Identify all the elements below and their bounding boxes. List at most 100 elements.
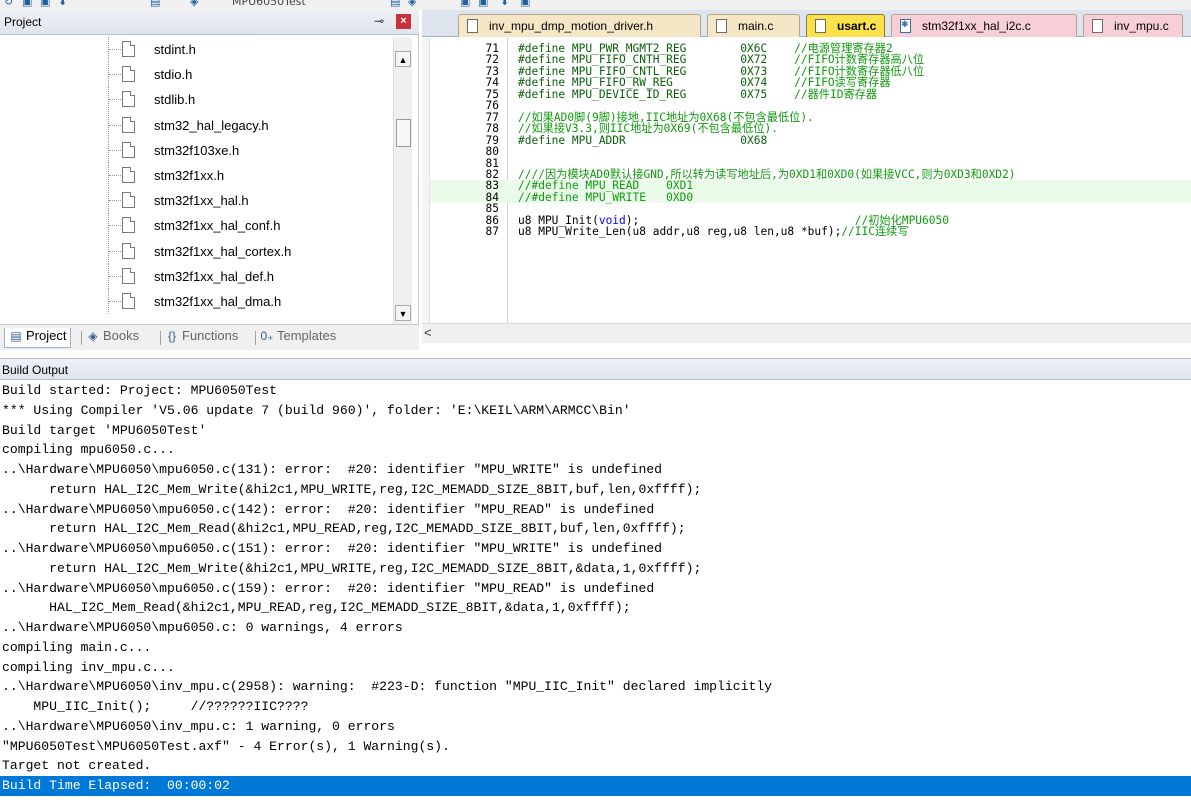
build-output-line[interactable]: ..\Hardware\MPU6050\mpu6050.c: 0 warning… <box>2 618 1191 638</box>
tree-file-item[interactable]: stm32f1xx_hal_cortex.h <box>0 238 393 264</box>
toolbar-button-icon[interactable]: ↻ <box>4 0 16 8</box>
tree-file-label: stdlib.h <box>154 92 196 108</box>
line-number: 87 <box>485 225 499 239</box>
tree-file-label: stdio.h <box>154 67 193 83</box>
file-icon <box>122 66 135 83</box>
line-number: 80 <box>485 145 499 159</box>
toolbar-button-icon[interactable]: ▣ <box>40 0 52 8</box>
build-output-line[interactable]: return HAL_I2C_Mem_Read(&hi2c1,MPU_READ,… <box>2 519 1191 539</box>
toolbar-button-icon[interactable]: ▣ <box>22 0 34 8</box>
toolbar-button-icon[interactable]: ▣ <box>520 0 532 8</box>
tree-file-item[interactable]: stm32f1xx_hal.h <box>0 188 393 214</box>
tab-templates[interactable]: 0₊ Templates <box>260 328 336 348</box>
editor-tab-usart-c[interactable]: usart.c <box>806 14 885 37</box>
toolbar-button-icon[interactable]: ▣ <box>460 0 472 8</box>
build-output-line[interactable]: Target not created. <box>2 756 1191 776</box>
line-number: 78 <box>485 122 499 136</box>
tree-file-item[interactable]: stm32_hal_legacy.h <box>0 112 393 138</box>
document-icon <box>815 19 826 33</box>
editor-horizontal-scrollbar[interactable]: < <box>422 323 1191 343</box>
toolbar-button-icon[interactable]: ▣ <box>478 0 490 8</box>
code-line[interactable]: 79 #define MPU_ADDR 0X68 <box>430 133 1191 147</box>
toolbar-button-icon[interactable]: ▤ <box>390 0 402 8</box>
toolbar-button-icon[interactable]: ⬇ <box>500 0 512 8</box>
build-output-line[interactable]: compiling main.c... <box>2 638 1191 658</box>
tree-file-item[interactable]: stm32f1xx_hal_conf.h <box>0 213 393 239</box>
toolbar-button-icon[interactable]: ◈ <box>190 0 202 8</box>
tab-functions[interactable]: {} Functions <box>165 328 238 348</box>
tab-label: Functions <box>182 328 239 343</box>
code-token: #define MPU_ADDR 0X68 <box>518 133 768 147</box>
editor-tab-label: inv_mpu.c <box>1114 19 1169 33</box>
toolbar-button-icon[interactable]: ◈ <box>408 0 420 8</box>
editor-tab-strip: inv_mpu_dmp_motion_driver.h main.c usart.c… <box>422 10 1191 37</box>
tree-guide-line <box>109 49 121 50</box>
scroll-left-icon[interactable]: < <box>424 325 432 340</box>
file-icon <box>122 116 135 133</box>
build-output-line[interactable]: ..\Hardware\MPU6050\mpu6050.c(151): erro… <box>2 539 1191 559</box>
editor-tab-main-c[interactable]: main.c <box>707 14 800 37</box>
project-panel-title: Project <box>4 15 42 29</box>
tree-file-label: stm32f1xx.h <box>154 168 225 183</box>
tree-file-item[interactable]: stdlib.h <box>0 87 393 113</box>
close-icon[interactable]: × <box>396 14 411 29</box>
tree-guide-line <box>109 250 121 252</box>
toolbar-button-icon[interactable]: ▤ <box>150 0 162 8</box>
scrollbar-thumb[interactable] <box>396 119 411 147</box>
tree-file-label: stm32f1xx_hal_conf.h <box>154 218 281 234</box>
file-icon <box>122 293 135 309</box>
pin-icon[interactable]: ⊸ <box>374 14 384 28</box>
build-output-line[interactable]: HAL_I2C_Mem_Read(&hi2c1,MPU_READ,reg,I2C… <box>2 598 1191 618</box>
code-line[interactable]: 87 u8 MPU_Write_Len(u8 addr,u8 reg,u8 len… <box>430 225 1191 239</box>
scroll-down-icon[interactable]: ▼ <box>395 305 411 321</box>
editor-tab-inv-mpu-dmp-motion-driver-h[interactable]: inv_mpu_dmp_motion_driver.h <box>458 14 701 37</box>
tab-separator <box>160 331 161 345</box>
breakpoint-gutter[interactable] <box>422 38 430 323</box>
tree-guide-line <box>109 275 121 277</box>
build-output-line[interactable]: ..\Hardware\MPU6050\mpu6050.c(142): erro… <box>2 500 1191 520</box>
build-output-line[interactable]: Build started: Project: MPU6050Test <box>2 381 1191 401</box>
tree-file-item[interactable]: stdint.h <box>0 37 393 62</box>
tree-file-item[interactable]: stm32f1xx_hal_dma.h <box>0 289 393 314</box>
build-output-line[interactable]: Build Time Elapsed: 00:00:02 <box>0 776 1191 796</box>
code-editor: inv_mpu_dmp_motion_driver.h main.c usart.c… <box>422 10 1191 350</box>
build-output-line[interactable]: "MPU6050Test\MPU6050Test.axf" - 4 Error(… <box>2 737 1191 757</box>
tree-file-label: stm32f103xe.h <box>154 142 240 158</box>
editor-tab-stm32f1xx-hal-i2c-c[interactable]: stm32f1xx_hal_i2c.c <box>891 14 1077 37</box>
tab-project[interactable]: ▤ Project <box>4 328 72 348</box>
toolbar-button-icon[interactable]: ⬇ <box>58 0 70 8</box>
build-output-line[interactable]: ..\Hardware\MPU6050\inv_mpu.c: 1 warning… <box>2 717 1191 737</box>
build-output-pane[interactable]: Build started: Project: MPU6050Test *** U… <box>0 381 1191 809</box>
editor-tab-inv-mpu-c[interactable]: inv_mpu.c <box>1083 14 1183 37</box>
scroll-up-icon[interactable]: ▲ <box>395 51 411 67</box>
tab-books[interactable]: ◈ Books <box>86 328 139 348</box>
build-output-line[interactable]: compiling inv_mpu.c... <box>2 658 1191 678</box>
code-line[interactable]: 75 #define MPU_DEVICE_ID_REG 0X75 //器件ID寄… <box>430 88 1191 100</box>
code-line[interactable]: 80 <box>430 145 1191 159</box>
build-output-line[interactable]: Build target 'MPU6050Test' <box>2 421 1191 441</box>
editor-tab-label: inv_mpu_dmp_motion_driver.h <box>489 19 654 33</box>
tree-file-label: stm32f1xx_hal_dma.h <box>154 294 282 309</box>
build-output-line[interactable]: return HAL_I2C_Mem_Write(&hi2c1,MPU_WRIT… <box>2 480 1191 500</box>
build-output-line[interactable]: *** Using Compiler 'V5.06 update 7 (buil… <box>2 401 1191 421</box>
build-output-title: Build Output <box>2 363 69 377</box>
tree-file-item[interactable]: stdio.h <box>0 62 393 88</box>
tab-separator <box>81 331 82 345</box>
code-area[interactable]: 71 #define MPU_PWR_MGMT2_REG 0X6C //电源管理寄… <box>422 38 1191 323</box>
tree-guide-line <box>109 301 121 302</box>
build-output-line[interactable]: ..\Hardware\MPU6050\inv_mpu.c(2958): war… <box>2 677 1191 697</box>
tree-file-item[interactable]: stm32f1xx_hal_def.h <box>0 263 393 289</box>
target-select[interactable]: MPU6050Test <box>232 0 306 8</box>
tree-file-item[interactable]: stm32f103xe.h <box>0 137 393 163</box>
tree-guide-line <box>109 175 121 176</box>
build-output-line[interactable]: compiling mpu6050.c... <box>2 440 1191 460</box>
build-output-line[interactable]: ..\Hardware\MPU6050\mpu6050.c(131): erro… <box>2 460 1191 480</box>
project-panel-tabs: ▤ Project ◈ Books {} Functions 0₊ Templates <box>0 324 419 350</box>
editor-tab-label: main.c <box>738 19 774 33</box>
build-output-line[interactable]: ..\Hardware\MPU6050\mpu6050.c(159): erro… <box>2 579 1191 599</box>
build-output-line[interactable]: return HAL_I2C_Mem_Write(&hi2c1,MPU_WRIT… <box>2 559 1191 579</box>
project-vertical-scrollbar[interactable]: ▲ ▼ <box>393 37 412 327</box>
build-output-line[interactable]: MPU_IIC_Init(); //??????IIC???? <box>2 697 1191 717</box>
code-line[interactable]: 84//#define MPU_WRITE 0XD0 <box>430 191 1191 203</box>
tree-file-item[interactable]: stm32f1xx.h <box>0 163 393 188</box>
